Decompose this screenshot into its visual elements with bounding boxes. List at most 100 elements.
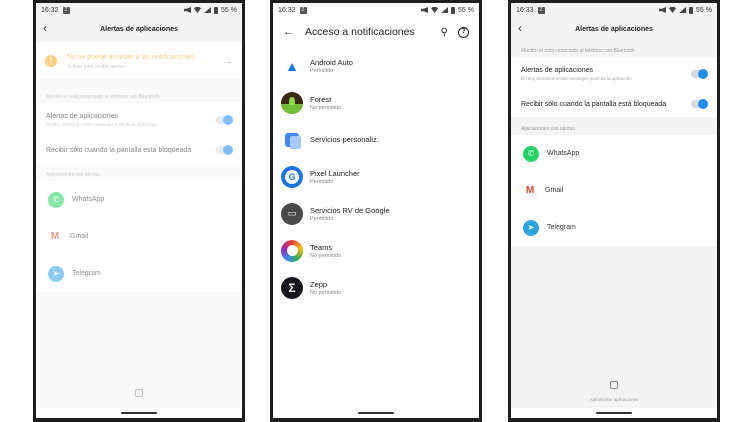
manage-apps-button[interactable]: Administrar aplicaciones: [511, 376, 717, 402]
notification-access-warning[interactable]: ! No se puede acceder a las notificacion…: [36, 43, 242, 79]
volume-icon: [421, 7, 429, 13]
app-alerts-toggle[interactable]: [216, 115, 233, 125]
warning-subtitle: Activar para recibir alertas: [67, 63, 126, 70]
personalization-services-icon: [281, 128, 303, 151]
list-item-servicios-personaliz[interactable]: Servicios personaliz.: [273, 121, 479, 158]
section-bluetooth-note: Mantén el reloj conectado al teléfono co…: [521, 48, 635, 54]
list-item[interactable]: ✆ WhatsApp: [36, 181, 242, 218]
telegram-icon: ➤: [48, 265, 64, 282]
back-arrow-icon[interactable]: ‹: [43, 21, 47, 35]
app-alerts-screen-enabled: 16:33 Z 55 % ‹ Alertas de aplicaciones M…: [511, 3, 717, 418]
app-bar: ‹ Alertas de aplicaciones: [36, 17, 242, 41]
app-alerts-screen-disabled: 16:32 Z 55 % ‹ Alertas de aplicaciones !…: [36, 3, 242, 418]
list-item[interactable]: M Gmail: [36, 218, 242, 255]
app-name: Gmail: [70, 233, 89, 240]
app-alerts-setting[interactable]: Alertas de aplicaciones El reloj vibrará…: [511, 57, 717, 91]
warning-title: No se puede acceder a las notificaciones: [67, 53, 195, 61]
phone-screenshot-3: 16:33 Z 55 % ‹ Alertas de aplicaciones M…: [508, 0, 720, 422]
status-time: 16:32: [278, 6, 296, 14]
app-alerts-label: Alertas de aplicaciones: [521, 67, 593, 74]
notification-badge: Z: [62, 6, 70, 14]
gesture-bar: [36, 408, 242, 418]
notification-badge: Z: [537, 6, 545, 14]
list-item-teams[interactable]: Teams No permitido: [273, 232, 479, 269]
status-bar: 16:33 Z 55 %: [511, 3, 717, 17]
app-name: Telegram: [72, 270, 101, 277]
whatsapp-icon: ✆: [48, 191, 64, 208]
wifi-icon: [194, 7, 202, 13]
signal-icon: [679, 7, 687, 13]
list-item-android-auto[interactable]: ▲ Android Auto Permitido: [273, 47, 479, 84]
app-alerts-toggle[interactable]: [691, 69, 708, 79]
search-icon[interactable]: ⚲: [441, 27, 448, 38]
phone-screenshot-2: 16:32 Z 55 % ← Acceso a notificaciones ⚲…: [270, 0, 482, 422]
home-handle[interactable]: [596, 412, 632, 414]
app-name: Forest: [310, 94, 332, 104]
list-item-pixel-launcher[interactable]: G Pixel Launcher Permitido: [273, 158, 479, 195]
list-item[interactable]: ➤ Telegram: [511, 209, 717, 246]
app-name: Gmail: [545, 187, 564, 194]
status-bar: 16:32 Z 55 %: [36, 3, 242, 17]
grid-icon: [135, 389, 143, 397]
telegram-icon: ➤: [523, 219, 539, 236]
battery-level: 55 %: [221, 6, 237, 14]
gesture-bar: [273, 408, 479, 418]
list-item-google-vr-services[interactable]: ▭ Servicios RV de Google Permitido: [273, 195, 479, 232]
app-name: Servicios personaliz.: [310, 134, 379, 144]
home-handle[interactable]: [121, 412, 157, 414]
status-bar: 16:32 Z 55 %: [273, 3, 479, 17]
locked-screen-setting[interactable]: Recibir sólo cuando la pantalla está blo…: [511, 91, 717, 117]
warning-icon: !: [45, 55, 57, 67]
section-bluetooth-note: Mantén el reloj conectado al teléfono co…: [46, 94, 160, 100]
gmail-icon: M: [48, 231, 62, 242]
home-handle[interactable]: [358, 412, 394, 414]
list-item[interactable]: ➤ Telegram: [36, 255, 242, 292]
app-alerts-description: El reloj vibrará al recibir mensajes pus…: [521, 76, 632, 81]
battery-icon: [689, 6, 694, 14]
list-item-zepp[interactable]: Σ Zepp No permitido: [273, 269, 479, 306]
app-alerts-setting[interactable]: Alertas de aplicaciones El reloj vibrará…: [36, 103, 242, 137]
teams-icon: [281, 239, 303, 262]
phone-screenshot-1: 16:32 Z 55 % ‹ Alertas de aplicaciones !…: [33, 0, 245, 422]
forest-icon: [281, 91, 303, 114]
app-name: Telegram: [547, 224, 576, 231]
signal-icon: [204, 7, 212, 13]
notification-access-screen: 16:32 Z 55 % ← Acceso a notificaciones ⚲…: [273, 3, 479, 418]
manage-apps-button[interactable]: [36, 384, 242, 402]
alert-apps-list: ✆ WhatsApp M Gmail ➤ Telegram: [36, 181, 242, 292]
app-name: Teams: [310, 242, 333, 252]
section-apps-with-alerts: Aplicaciones con alertas: [521, 126, 575, 132]
back-arrow-icon[interactable]: ←: [283, 26, 305, 38]
list-item[interactable]: ✆ WhatsApp: [511, 135, 717, 172]
status-time: 16:33: [516, 6, 534, 14]
android-auto-icon: ▲: [281, 54, 303, 77]
access-status: Permitido: [310, 178, 334, 185]
app-name: Pixel Launcher: [310, 168, 360, 178]
battery-icon: [451, 6, 456, 14]
back-arrow-icon[interactable]: ‹: [518, 21, 522, 35]
battery-icon: [214, 6, 219, 14]
notification-access-list: ▲ Android Auto Permitido Forest No permi…: [273, 47, 479, 306]
signal-icon: [441, 7, 449, 13]
access-status: Permitido: [310, 215, 334, 222]
volume-icon: [659, 7, 667, 13]
help-icon[interactable]: ?: [458, 26, 469, 38]
pixel-launcher-icon: G: [281, 165, 303, 188]
locked-screen-toggle[interactable]: [691, 99, 708, 109]
app-alerts-label: Alertas de aplicaciones: [46, 113, 118, 120]
gesture-bar: [511, 408, 717, 418]
app-bar: ‹ Alertas de aplicaciones: [511, 17, 717, 41]
app-alerts-description: El reloj vibrará al recibir mensajes pus…: [46, 122, 157, 127]
list-item[interactable]: M Gmail: [511, 172, 717, 209]
list-item-forest[interactable]: Forest No permitido: [273, 84, 479, 121]
alert-apps-list: ✆ WhatsApp M Gmail ➤ Telegram: [511, 135, 717, 246]
access-status: No permitido: [310, 104, 342, 111]
locked-screen-setting[interactable]: Recibir sólo cuando la pantalla está blo…: [36, 137, 242, 163]
locked-screen-label: Recibir sólo cuando la pantalla está blo…: [521, 100, 667, 108]
access-status: Permitido: [310, 67, 334, 74]
app-name: Servicios RV de Google: [310, 205, 390, 215]
wifi-icon: [431, 7, 439, 13]
volume-icon: [184, 7, 192, 13]
locked-screen-toggle[interactable]: [216, 145, 233, 155]
app-bar: ← Acceso a notificaciones ⚲ ?: [273, 17, 479, 47]
